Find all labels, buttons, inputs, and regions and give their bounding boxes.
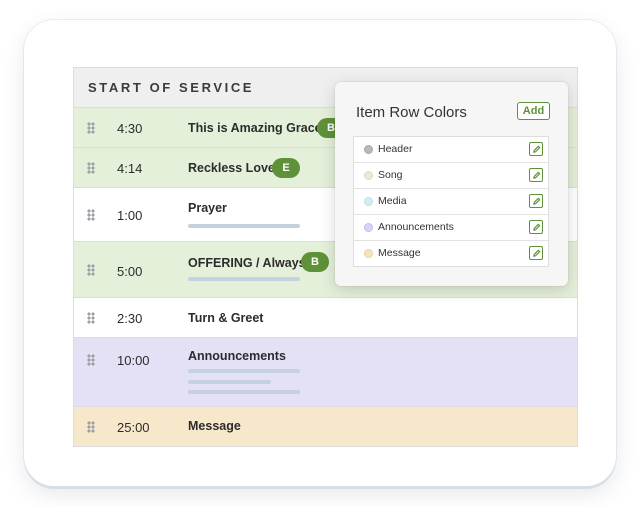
color-swatch (364, 197, 373, 206)
item-length: 10:00 (117, 353, 150, 368)
item-title[interactable]: Prayer (188, 201, 227, 215)
item-title[interactable]: Reckless Love (188, 161, 275, 175)
add-color-button[interactable]: Add (517, 102, 550, 120)
item-length: 1:00 (117, 208, 143, 223)
pencil-edit-icon[interactable] (529, 220, 543, 234)
color-item-song[interactable]: Song (354, 163, 548, 189)
color-label: Song (378, 169, 403, 181)
color-item-announcements[interactable]: Announcements (354, 215, 548, 241)
item-title[interactable]: Announcements (188, 349, 286, 363)
color-swatch (364, 249, 373, 258)
detail-placeholder (188, 277, 300, 281)
item-title[interactable]: Turn & Greet (188, 311, 263, 325)
drag-handle-icon[interactable] (87, 162, 95, 174)
key-badge: E (272, 158, 300, 178)
color-item-header[interactable]: Header (354, 137, 548, 163)
color-label: Media (378, 195, 407, 207)
drag-handle-icon[interactable] (87, 264, 95, 276)
plan-item-row[interactable]: 2:30 Turn & Greet (74, 298, 577, 338)
color-swatch (364, 223, 373, 232)
color-item-message[interactable]: Message (354, 241, 548, 266)
plan-item-row[interactable]: 10:00 Announcements (74, 338, 577, 407)
drag-handle-icon[interactable] (87, 312, 95, 324)
color-label: Header (378, 143, 413, 155)
item-title[interactable]: This is Amazing Grace (188, 121, 322, 135)
drag-handle-icon[interactable] (87, 354, 95, 366)
drag-handle-icon[interactable] (87, 209, 95, 221)
color-label: Announcements (378, 221, 454, 233)
color-swatch (364, 171, 373, 180)
pencil-edit-icon[interactable] (529, 246, 543, 260)
popover-title: Item Row Colors (356, 104, 467, 121)
plan-item-row[interactable]: 25:00 Message (74, 407, 577, 446)
detail-placeholder (188, 390, 300, 394)
drag-handle-icon[interactable] (87, 122, 95, 134)
item-length: 4:14 (117, 161, 143, 176)
pencil-edit-icon[interactable] (529, 168, 543, 182)
key-badge: B (301, 252, 329, 272)
item-length: 25:00 (117, 420, 150, 435)
detail-placeholder (188, 224, 300, 228)
item-title[interactable]: OFFERING / Always (188, 256, 306, 270)
row-colors-list: Header Song Media Announcements Message (353, 136, 549, 267)
item-row-colors-popover: Item Row Colors Add Header Song Media An… (335, 82, 568, 286)
item-length: 4:30 (117, 121, 143, 136)
item-title[interactable]: Message (188, 419, 241, 433)
item-length: 2:30 (117, 311, 143, 326)
detail-placeholder (188, 369, 300, 373)
pencil-edit-icon[interactable] (529, 142, 543, 156)
pencil-edit-icon[interactable] (529, 194, 543, 208)
detail-placeholder (188, 380, 271, 384)
color-item-media[interactable]: Media (354, 189, 548, 215)
item-length: 5:00 (117, 264, 143, 279)
color-swatch (364, 145, 373, 154)
drag-handle-icon[interactable] (87, 421, 95, 433)
color-label: Message (378, 247, 421, 259)
section-title: START OF SERVICE (88, 80, 255, 95)
